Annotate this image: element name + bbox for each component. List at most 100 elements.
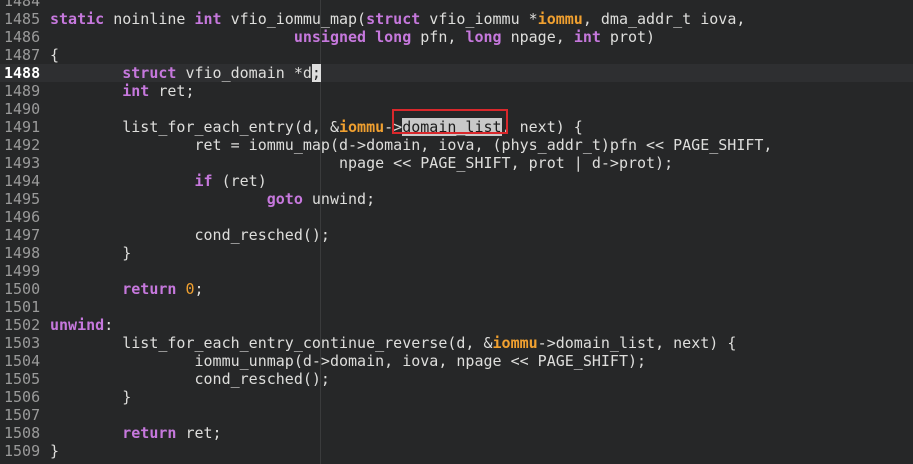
line-number: 1488 bbox=[4, 64, 41, 82]
code-line[interactable]: 1489 int ret; bbox=[0, 82, 913, 100]
line-number: 1496 bbox=[4, 208, 41, 226]
code-line[interactable]: 1500 return 0; bbox=[0, 280, 913, 298]
line-code: cond_resched(); bbox=[50, 370, 330, 388]
code-token: , next) { bbox=[501, 118, 583, 136]
line-code: list_for_each_entry_continue_reverse(d, … bbox=[50, 334, 736, 352]
code-line[interactable]: 1504 iommu_unmap(d->domain, iova, npage … bbox=[0, 352, 913, 370]
code-token: ret; bbox=[149, 82, 195, 100]
code-line[interactable]: 1495 goto unwind; bbox=[0, 190, 913, 208]
code-token: iommu bbox=[537, 10, 583, 28]
code-line[interactable]: 1499 bbox=[0, 262, 913, 280]
code-line[interactable]: 1509} bbox=[0, 442, 913, 460]
line-code: int ret; bbox=[50, 82, 195, 100]
code-token: iommu bbox=[338, 118, 385, 136]
line-number: 1505 bbox=[4, 370, 41, 388]
code-token: iommu bbox=[492, 334, 538, 352]
line-number: 1501 bbox=[4, 298, 41, 316]
line-code: unsigned long pfn, long npage, int prot) bbox=[50, 28, 655, 46]
code-token: struct bbox=[122, 64, 177, 82]
code-editor[interactable]: 1484 1485 static noinline int vfio_iommu_m… bbox=[0, 0, 913, 464]
code-token: cond_resched(); bbox=[50, 370, 330, 388]
line-code: unwind: bbox=[50, 316, 113, 334]
code-line[interactable]: 1485 static noinline int vfio_iommu_map(s… bbox=[0, 10, 913, 28]
line-number: 1506 bbox=[4, 388, 41, 406]
code-line[interactable]: 1486 unsigned long pfn, long npage, int … bbox=[0, 28, 913, 46]
code-token: int bbox=[194, 10, 222, 28]
line-number: 1499 bbox=[4, 262, 41, 280]
line-number: 1508 bbox=[4, 424, 41, 442]
code-token: long bbox=[375, 28, 412, 46]
line-code: cond_resched(); bbox=[50, 226, 329, 244]
line-number: 1491 bbox=[4, 118, 41, 136]
code-token: ret; bbox=[176, 424, 222, 442]
code-line[interactable]: 1497 cond_resched(); bbox=[0, 226, 913, 244]
line-code: if (ret) bbox=[50, 172, 267, 190]
code-token: ret = iommu_map(d->domain, iova, (phys_a… bbox=[50, 136, 773, 154]
code-line[interactable]: 1496 bbox=[0, 208, 913, 226]
code-token: int bbox=[122, 82, 150, 100]
code-line[interactable]: 1487 { bbox=[0, 46, 913, 64]
code-line[interactable]: 1488 struct vfio_domain *d; bbox=[0, 64, 913, 82]
code-token: long bbox=[465, 28, 502, 46]
line-code: } bbox=[50, 388, 131, 406]
code-token: unsigned bbox=[293, 28, 367, 46]
annotation-highlight-box bbox=[392, 109, 508, 134]
line-number: 1487 bbox=[4, 46, 41, 64]
code-token: vfio_iommu * bbox=[420, 10, 538, 28]
code-line[interactable]: 1503 list_for_each_entry_continue_revers… bbox=[0, 334, 913, 352]
code-line[interactable]: 1501 bbox=[0, 298, 913, 316]
line-number: 1502 bbox=[4, 316, 41, 334]
code-token: ; bbox=[311, 64, 321, 82]
code-token: : bbox=[104, 316, 114, 334]
line-number: 1509 bbox=[4, 442, 41, 460]
line-number: 1495 bbox=[4, 190, 41, 208]
code-line[interactable]: 1502 unwind: bbox=[0, 316, 913, 334]
line-code: { bbox=[50, 46, 59, 64]
code-token: list_for_each_entry_continue_reverse(d, … bbox=[50, 334, 493, 352]
code-token: vfio_domain *d bbox=[176, 64, 312, 82]
line-code: goto unwind; bbox=[50, 190, 375, 208]
code-line[interactable]: 1506 } bbox=[0, 388, 913, 406]
code-token: return bbox=[122, 424, 177, 442]
code-line[interactable]: 1508 return ret; bbox=[0, 424, 913, 442]
line-number: 1503 bbox=[4, 334, 41, 352]
code-token: if bbox=[194, 172, 213, 190]
code-token: vfio_iommu_map( bbox=[221, 10, 367, 28]
code-line[interactable]: 1484 bbox=[0, 0, 913, 10]
line-code: return ret; bbox=[50, 424, 222, 442]
line-number: 1493 bbox=[4, 154, 41, 172]
line-number: 1500 bbox=[4, 280, 41, 298]
code-token: npage, bbox=[501, 28, 574, 46]
line-number: 1504 bbox=[4, 352, 41, 370]
line-number: 1498 bbox=[4, 244, 41, 262]
code-lines: 1484 1485 static noinline int vfio_iommu_m… bbox=[0, 0, 913, 460]
line-code: } bbox=[50, 244, 131, 262]
code-token: unwind; bbox=[302, 190, 376, 208]
line-code: static noinline int vfio_iommu_map(struc… bbox=[50, 10, 745, 28]
code-line[interactable]: 1494 if (ret) bbox=[0, 172, 913, 190]
code-token: ->domain_list, next) { bbox=[537, 334, 737, 352]
line-code: ret = iommu_map(d->domain, iova, (phys_a… bbox=[50, 136, 772, 154]
line-number: 1490 bbox=[4, 100, 41, 118]
code-line[interactable]: 1493 npage << PAGE_SHIFT, prot | d->prot… bbox=[0, 154, 913, 172]
code-token: ; bbox=[194, 280, 204, 298]
code-line[interactable]: 1505 cond_resched(); bbox=[0, 370, 913, 388]
code-line[interactable]: 1507 bbox=[0, 406, 913, 424]
code-token: { bbox=[50, 46, 60, 64]
code-line[interactable]: 1492 ret = iommu_map(d->domain, iova, (p… bbox=[0, 136, 913, 154]
line-code: iommu_unmap(d->domain, iova, npage << PA… bbox=[50, 352, 646, 370]
code-token: static bbox=[50, 10, 105, 28]
line-number: 1507 bbox=[4, 406, 41, 424]
code-token: npage << PAGE_SHIFT, prot | d->prot); bbox=[50, 154, 674, 172]
line-number: 1485 bbox=[4, 10, 41, 28]
code-token: } bbox=[50, 388, 132, 406]
code-token: iommu_unmap(d->domain, iova, npage << PA… bbox=[50, 352, 647, 370]
code-line[interactable]: 1498 } bbox=[0, 244, 913, 262]
